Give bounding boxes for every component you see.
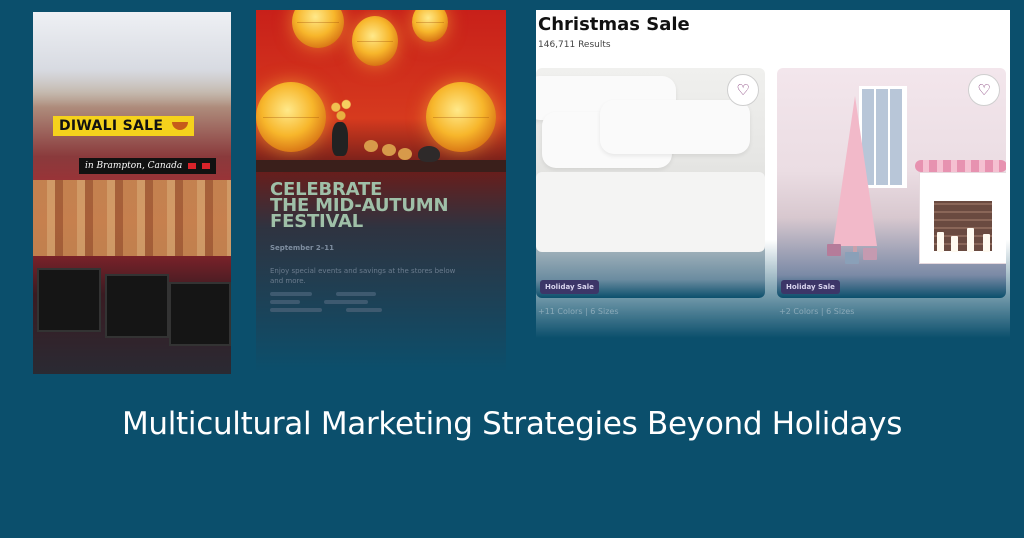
favorite-button[interactable]: ♡ [968,74,1000,106]
gift [827,244,841,256]
favorite-button[interactable]: ♡ [727,74,759,106]
candle [983,234,990,252]
flag-icon [201,162,210,169]
candle [951,236,958,252]
flag-icon [188,162,197,169]
page-headline: Multicultural Marketing Strategies Beyon… [121,406,903,442]
mid-autumn-festival-image: CELEBRATE THE MID-AUTUMN FESTIVAL Septem… [256,10,506,372]
heart-icon: ♡ [977,81,991,99]
lantern [256,82,326,152]
holiday-sale-badge: Holiday Sale [540,280,599,294]
christmas-sale-screenshot: Christmas Sale 146,711 Results ♡ Holiday… [536,10,1010,338]
store-list-row [270,300,470,304]
fireplace [919,172,1006,264]
flowers [328,96,354,124]
crate [105,274,169,338]
sweets-shelf [33,180,231,220]
festival-body-text: Enjoy special events and savings at the … [270,267,456,285]
holiday-sale-badge: Holiday Sale [781,280,840,294]
tent-canopy [33,12,231,107]
store-list-row [270,308,470,312]
product-card[interactable]: ♡ Holiday Sale [536,68,765,298]
headline-line: FESTIVAL [270,211,364,232]
crate [37,268,101,332]
store-list-row [270,292,470,296]
festival-headline: CELEBRATE THE MID-AUTUMN FESTIVAL [270,181,492,232]
bed-sheet [536,172,765,252]
festival-dates: September 2–11 [270,244,334,252]
mooncake [382,144,396,156]
diwali-sale-image: DIWALI SALE in Brampton, Canada [33,12,231,374]
candle [937,232,944,252]
results-count: 146,711 Results [538,40,611,50]
vase [332,122,348,156]
candle [967,228,974,252]
diwali-sale-label: DIWALI SALE [59,118,164,134]
crate [169,282,231,346]
location-tag: in Brampton, Canada [79,158,216,174]
mooncake [364,140,378,152]
pink-tree [833,96,877,246]
gift [845,252,859,264]
sweets-shelf [33,220,231,256]
heart-icon: ♡ [736,81,750,99]
page-title: Christmas Sale [538,14,690,35]
table [256,160,506,172]
lantern [292,10,344,48]
lantern [352,16,398,66]
pillow [600,100,750,154]
location-label: in Brampton, Canada [85,161,183,171]
garland [915,160,1006,172]
product-card[interactable]: ♡ Holiday Sale [777,68,1006,298]
teapot [418,146,440,162]
product-variants: +2 Colors | 6 Sizes [779,307,855,316]
mooncake [398,148,412,160]
lantern [412,10,448,42]
store-list [270,292,470,316]
diya-icon [172,122,189,130]
product-variants: +11 Colors | 6 Sizes [538,307,619,316]
lantern [426,82,496,152]
gift [863,248,877,260]
diwali-sale-tag: DIWALI SALE [53,116,195,136]
